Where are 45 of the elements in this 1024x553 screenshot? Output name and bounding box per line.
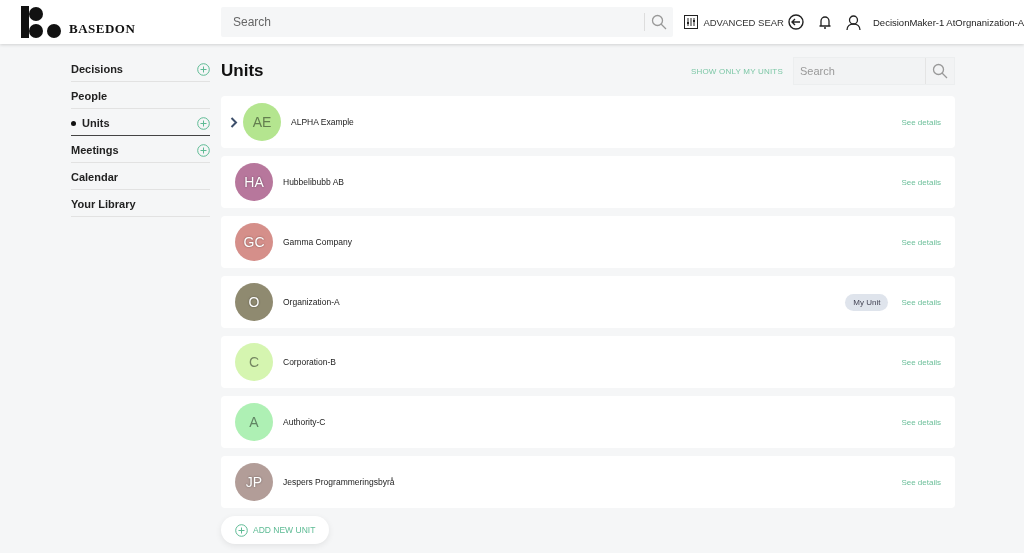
unit-name: ALPHA Example — [291, 117, 355, 127]
advanced-search-button[interactable]: ADVANCED SEAR — [684, 15, 784, 29]
add-icon[interactable] — [197, 116, 210, 130]
unit-card[interactable]: GC Gamma Company See details — [221, 216, 955, 268]
bell-icon[interactable] — [818, 14, 832, 30]
my-unit-badge: My Unit — [845, 293, 889, 311]
unit-card[interactable]: O Organization-A My Unit See details — [221, 276, 955, 328]
sidebar-item[interactable]: Your Library — [71, 198, 136, 210]
unit-card[interactable]: AE ALPHA Example See details — [221, 96, 955, 148]
logo-icon — [21, 6, 63, 38]
add-icon[interactable] — [197, 62, 210, 76]
unit-card[interactable]: HA Hubbelibubb AB See details — [221, 156, 955, 208]
unit-name: Jespers Programmeringsbyrå — [283, 477, 396, 487]
brand-name: BASEDON — [69, 21, 136, 37]
unit-card[interactable]: A Authority-C See details — [221, 396, 955, 448]
chevron-icon[interactable] — [229, 116, 239, 128]
unit-avatar: JP — [235, 463, 273, 501]
unit-name: Organization-A — [283, 297, 341, 307]
unit-avatar: HA — [235, 163, 273, 201]
add-icon[interactable] — [197, 143, 210, 157]
search-icon[interactable] — [651, 14, 668, 30]
unit-avatar: A — [235, 403, 273, 441]
unit-avatar: GC — [235, 223, 273, 261]
page-title: Units — [221, 61, 265, 81]
unit-name: Gamma Company — [283, 237, 353, 247]
unit-name: Authority-C — [283, 417, 327, 427]
unit-name: Corporation-B — [283, 357, 337, 367]
unit-name: Hubbelibubb AB — [283, 177, 345, 187]
unit-card[interactable]: C Corporation-B See details — [221, 336, 955, 388]
sidebar-item[interactable]: Units — [71, 117, 110, 129]
search-icon[interactable] — [932, 63, 948, 79]
sliders-icon — [684, 15, 699, 29]
sidebar-item[interactable]: Meetings — [71, 144, 119, 156]
search-field[interactable]: Search — [794, 58, 925, 84]
sidebar-item[interactable]: People — [71, 90, 108, 102]
add-icon — [235, 523, 248, 537]
unit-avatar: O — [235, 283, 273, 321]
sidebar-item[interactable]: Decisions — [71, 63, 123, 75]
unit-avatar: C — [235, 343, 273, 381]
search-field[interactable]: Search — [793, 57, 955, 85]
unit-card[interactable]: JP Jespers Programmeringsbyrå See details — [221, 456, 955, 508]
sidebar-item[interactable]: Calendar — [71, 171, 119, 183]
unit-avatar: AE — [243, 103, 281, 141]
user-icon[interactable] — [846, 14, 861, 30]
user-name[interactable]: DecisionMaker-1 AtOrgnanization-A — [873, 16, 1024, 28]
